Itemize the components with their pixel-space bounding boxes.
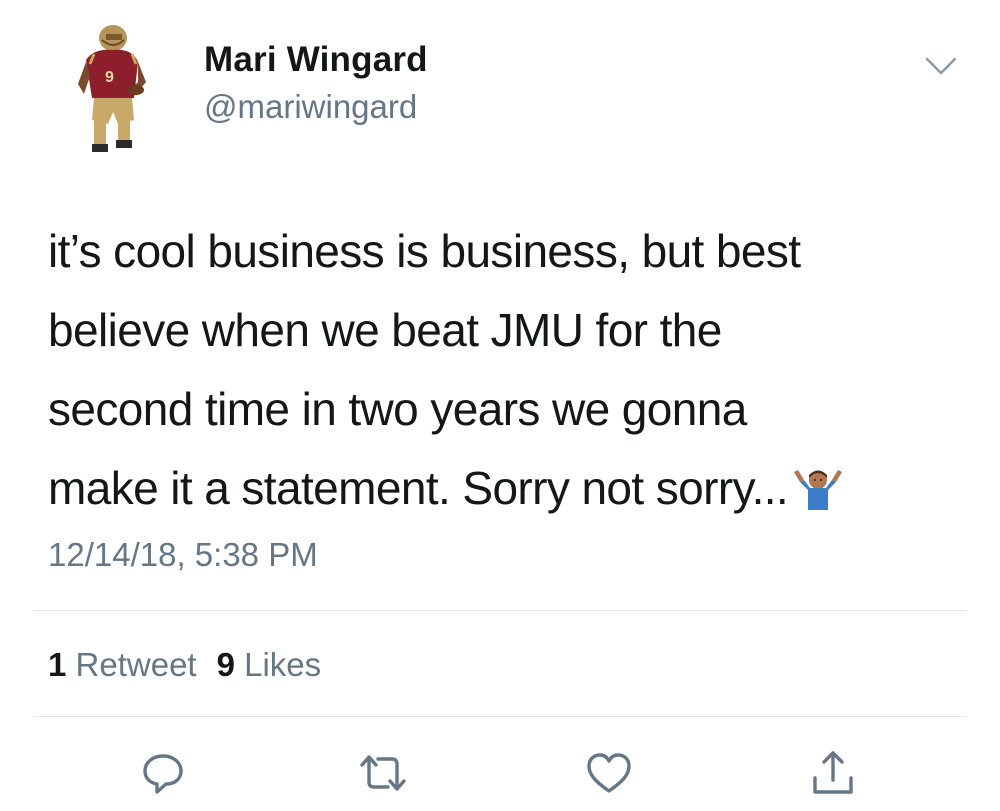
like-count-value: 9: [216, 646, 235, 683]
tweet-text-line-last: make it a statement. Sorry not sorry...: [48, 449, 968, 528]
like-count[interactable]: 9 Likes: [217, 646, 322, 683]
heart-icon: [587, 753, 631, 793]
retweet-count[interactable]: 1 Retweet: [48, 646, 197, 683]
football-player-avatar-icon: 9: [78, 25, 146, 152]
tweet-text-line-content: make it a statement. Sorry not sorry...: [48, 462, 789, 514]
tweet-text-line: second time in two years we gonna: [48, 383, 747, 435]
avatar[interactable]: 9: [72, 20, 154, 158]
like-count-label: Likes: [244, 646, 322, 683]
retweet-count-label: Retweet: [75, 646, 197, 683]
tweet-text-line: believe when we beat JMU for the: [48, 304, 722, 356]
retweet-button[interactable]: [358, 748, 408, 798]
reply-button[interactable]: [138, 748, 188, 798]
divider: [34, 610, 966, 611]
chevron-down-icon[interactable]: [924, 54, 958, 78]
tweet-timestamp[interactable]: 12/14/18, 5:38 PM: [48, 536, 318, 574]
retweet-count-value: 1: [48, 646, 67, 683]
shrug-emoji-icon: [790, 455, 846, 510]
tweet-stats: 1 Retweet 9 Likes: [48, 646, 321, 684]
display-name[interactable]: Mari Wingard: [204, 40, 428, 80]
divider: [34, 716, 966, 717]
retweet-icon: [360, 755, 406, 791]
like-button[interactable]: [584, 748, 634, 798]
user-handle[interactable]: @mariwingard: [204, 88, 417, 126]
tweet-text: it’s cool business is business, but best…: [48, 212, 968, 528]
reply-icon: [143, 754, 183, 794]
share-icon: [813, 751, 853, 794]
share-button[interactable]: [808, 748, 858, 798]
svg-text:9: 9: [105, 69, 114, 86]
tweet-text-line: it’s cool business is business, but best: [48, 225, 801, 277]
